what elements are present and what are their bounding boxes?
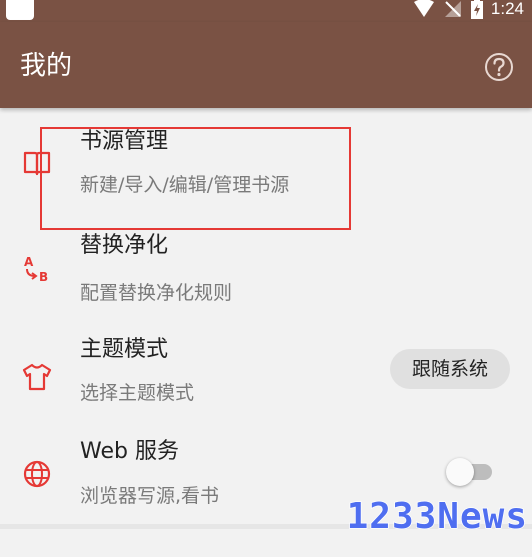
no-signal-icon [444, 1, 461, 17]
replace-ab-icon: A B [22, 254, 52, 284]
switch-thumb [446, 458, 474, 486]
watermark: 1233News [346, 495, 528, 538]
item-subtitle: 配置替换净化规则 [80, 282, 233, 304]
item-title: 替换净化 [80, 233, 169, 258]
web-service-switch[interactable] [446, 456, 494, 486]
page-title: 我的 [20, 51, 73, 81]
item-subtitle: 浏览器写源,看书 [80, 485, 220, 507]
item-subtitle: 选择主题模式 [80, 382, 195, 404]
tshirt-icon [22, 362, 52, 392]
svg-text:B: B [39, 270, 48, 284]
status-time: 1:24 [490, 0, 524, 18]
app-bar: 我的 [0, 22, 532, 108]
item-title: Web 服务 [80, 439, 179, 464]
help-button[interactable] [484, 52, 514, 82]
globe-icon [22, 459, 52, 489]
help-circle-icon [485, 53, 513, 81]
battery-charging-icon [470, 0, 483, 19]
theme-mode-selector[interactable]: 跟随系统 [390, 349, 510, 389]
status-icons: 1:24 [413, 0, 524, 20]
item-title: 主题模式 [80, 337, 169, 362]
svg-text:A: A [24, 255, 34, 269]
wifi-icon [413, 0, 434, 17]
highlight-annotation [40, 127, 351, 230]
list-item-theme-mode[interactable]: 主题模式 选择主题模式 跟随系统 [0, 316, 532, 420]
notification-icon [6, 0, 34, 20]
status-bar: 1:24 [0, 0, 532, 22]
